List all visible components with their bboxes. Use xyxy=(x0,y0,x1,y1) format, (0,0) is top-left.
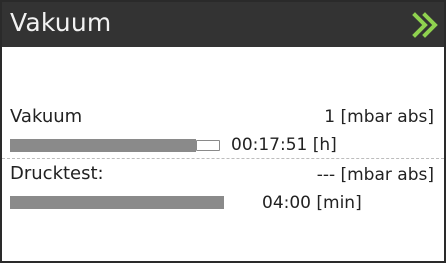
pressure-test-value: --- [mbar abs] xyxy=(316,165,434,185)
pressure-test-time: 04:00 [min] xyxy=(262,193,362,213)
pressure-test-progress-bar xyxy=(10,196,224,209)
header-bar: Vakuum xyxy=(2,2,444,47)
vacuum-progress-bar xyxy=(10,139,221,152)
page-title: Vakuum xyxy=(10,8,112,37)
vacuum-progress-fill xyxy=(10,139,196,152)
vacuum-label: Vakuum xyxy=(10,106,83,127)
vacuum-value: 1 [mbar abs] xyxy=(324,107,434,127)
double-chevron-right-icon[interactable] xyxy=(412,12,440,38)
pressure-test-label: Drucktest: xyxy=(10,163,104,184)
vacuum-time: 00:17:51 [h] xyxy=(231,135,337,155)
screen-frame: Vakuum Vakuum 1 [mbar abs] 00:17:51 [h] … xyxy=(0,0,446,263)
vacuum-progress-remaining xyxy=(196,140,220,151)
pressure-test-progress-fill xyxy=(10,196,224,209)
section-divider xyxy=(2,158,444,159)
